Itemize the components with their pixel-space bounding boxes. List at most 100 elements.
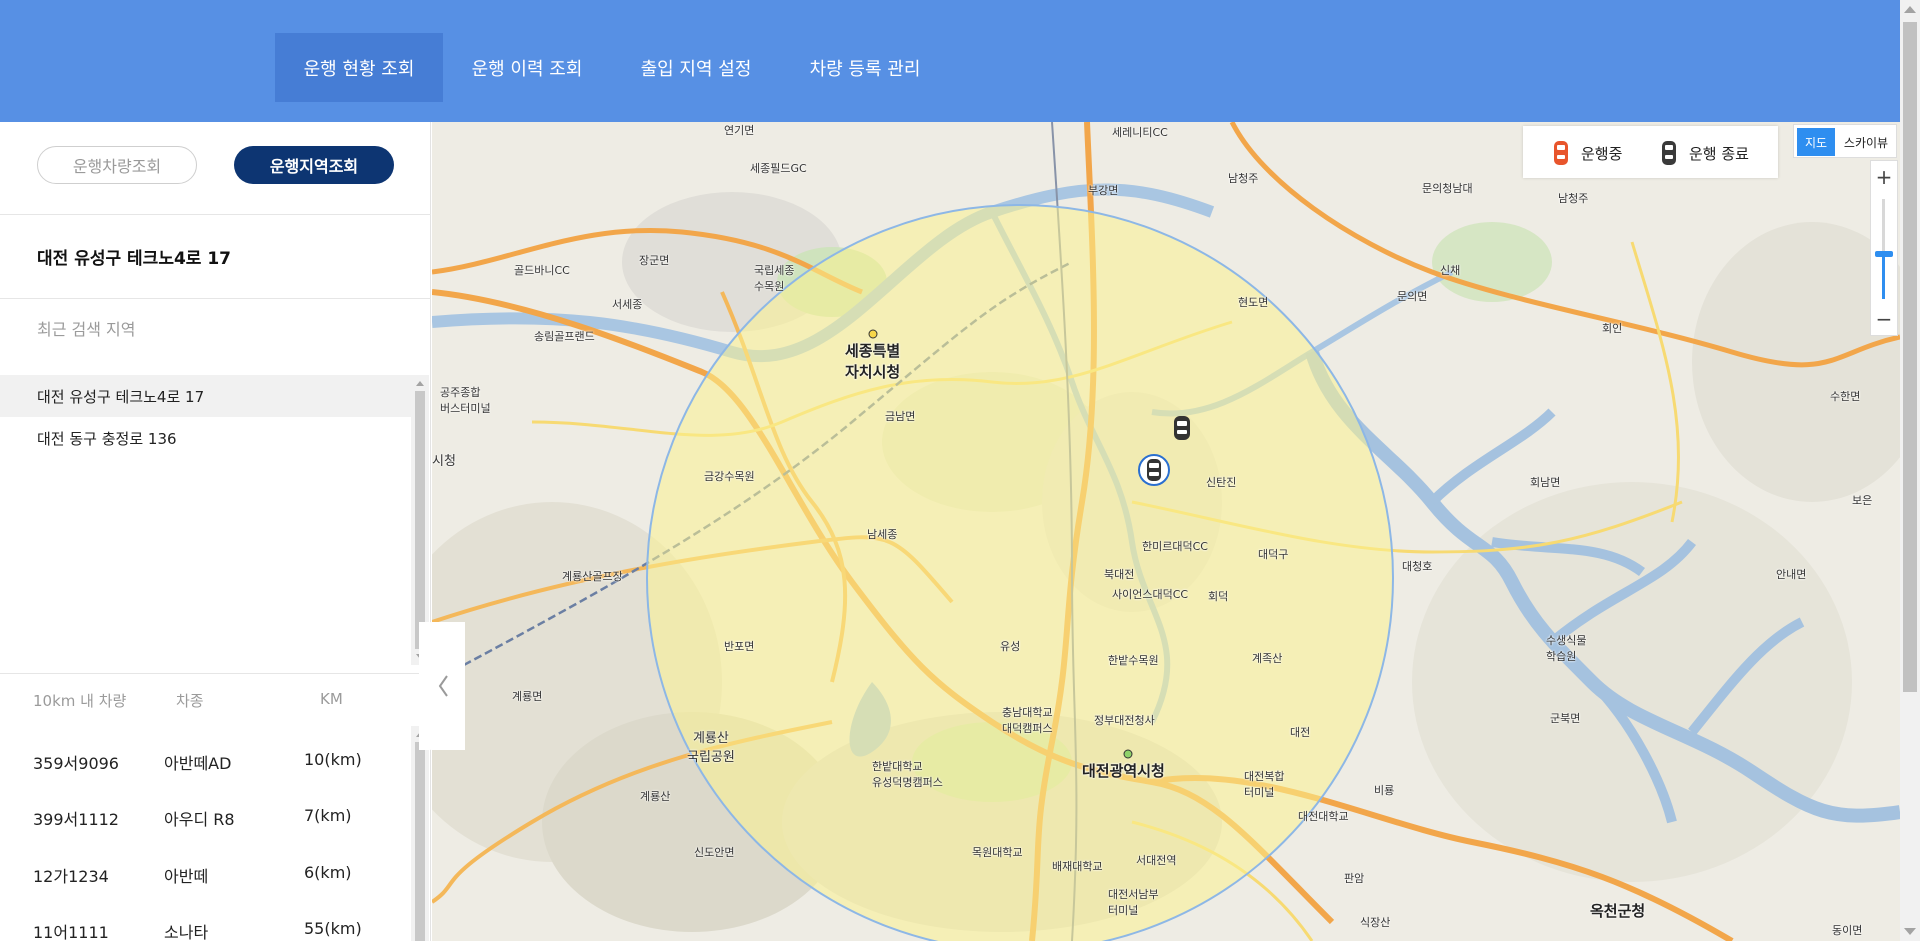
scroll-up-icon[interactable] <box>416 381 424 386</box>
scroll-thumb[interactable] <box>1903 22 1917 692</box>
map-label: 금남면 <box>885 410 916 423</box>
recent-search-list: 대전 유성구 테크노4로 17 대전 동구 충정로 136 <box>0 375 431 665</box>
map-label: 세종필드GC <box>750 162 807 175</box>
car-ended-marker-icon[interactable] <box>1170 414 1194 442</box>
address-input[interactable] <box>37 246 397 266</box>
map-label: 수생식물 학습원 <box>1546 634 1587 663</box>
vehicle-row[interactable]: 11어1111 소나타 55(km) <box>0 901 411 941</box>
tab-access-area-setting[interactable]: 출입 지역 설정 <box>626 33 766 102</box>
map-label: 골드바니CC <box>514 264 570 277</box>
map-label: 금강수목원 <box>704 470 755 483</box>
map-label: 계룡산골프장 <box>562 570 623 583</box>
map-label: 서세종 <box>612 298 643 311</box>
map-label: 군북면 <box>1550 712 1581 725</box>
panel-collapse-button[interactable] <box>419 622 465 750</box>
vehicle-row[interactable]: 12가1234 아반떼 6(km) <box>0 845 411 901</box>
map-label: 목원대학교 <box>972 846 1023 859</box>
map-label: 남세종 <box>867 528 898 541</box>
map-label: 대청호 <box>1402 560 1433 573</box>
vehicle-model: 소나타 <box>164 923 209 941</box>
vehicle-search-toggle[interactable]: 운행차량조회 <box>37 146 197 184</box>
map-label-sejong-city-hall: 세종특별 자치시청 <box>845 342 901 381</box>
map-label: 북대전 <box>1104 568 1135 581</box>
map-label: 신도안면 <box>694 846 735 859</box>
map-label: 현도면 <box>1238 296 1269 309</box>
map-label: 판암 <box>1344 872 1365 885</box>
map-label: 한밭수목원 <box>1108 654 1159 667</box>
map-label: 문의청남대 <box>1422 182 1473 195</box>
map-label: 유성 <box>1000 640 1021 653</box>
map-label: 식장산 <box>1360 916 1391 929</box>
car-ended-marker-icon[interactable] <box>1138 452 1170 488</box>
map-label: 송림골프랜드 <box>534 330 595 343</box>
map-legend: 운행중 운행 종료 <box>1523 126 1778 178</box>
tab-driving-history[interactable]: 운행 이력 조회 <box>457 33 597 102</box>
map-label: 충남대학교 대덕캠퍼스 <box>1002 706 1053 735</box>
recent-search-item[interactable]: 대전 동구 충정로 136 <box>0 417 411 459</box>
map-label: 반포면 <box>724 640 755 653</box>
map-label: 국립세종 수목원 <box>754 264 795 293</box>
map-view[interactable]: 세종특별 자치시청 대전광역시청 옥천군청 계룡산 국립공원 연기면 세종필드G… <box>432 122 1900 941</box>
map-label: 서대전역 <box>1136 854 1177 867</box>
map-label: 장군면 <box>639 254 670 267</box>
vehicle-model: 아반떼AD <box>164 754 232 773</box>
map-label: 동이면 <box>1832 924 1863 937</box>
col-header-model: 차종 <box>176 692 204 710</box>
zoom-out-button[interactable]: − <box>1871 305 1897 333</box>
vehicle-model: 아우디 R8 <box>164 810 235 829</box>
map-type-map-button[interactable]: 지도 <box>1797 128 1835 156</box>
map-label: 계족산 <box>1252 652 1283 665</box>
tab-driving-status[interactable]: 운행 현황 조회 <box>275 33 443 102</box>
map-label: 문의면 <box>1397 290 1428 303</box>
legend-ended-label: 운행 종료 <box>1689 145 1749 163</box>
tab-vehicle-registration[interactable]: 차량 등록 관리 <box>795 33 935 102</box>
map-label: 신채 <box>1440 264 1461 277</box>
vehicle-distance: 10(km) <box>304 750 362 769</box>
map-label-gyeryong-park: 계룡산 국립공원 <box>687 731 735 765</box>
divider <box>0 298 431 299</box>
map-type-skyview-button[interactable]: 스카이뷰 <box>1838 128 1894 156</box>
map-label: 수한면 <box>1830 390 1861 403</box>
map-label: 연기면 <box>724 124 755 137</box>
map-label: 안내면 <box>1776 568 1807 581</box>
map-label: 한미르대덕CC <box>1142 540 1208 553</box>
zoom-handle[interactable] <box>1875 251 1893 257</box>
scroll-down-icon[interactable] <box>1904 928 1916 935</box>
legend-driving-label: 운행중 <box>1581 145 1623 163</box>
divider <box>0 673 431 674</box>
zoom-in-button[interactable]: + <box>1871 163 1897 191</box>
map-label: 비룡 <box>1374 784 1395 797</box>
scroll-thumb[interactable] <box>415 391 425 649</box>
map-label: 계룡산 <box>640 790 671 803</box>
map-label: 대덕구 <box>1258 548 1289 561</box>
car-driving-icon <box>1554 141 1568 165</box>
region-search-toggle[interactable]: 운행지역조회 <box>234 146 394 184</box>
map-type-switch: 지도 스카이뷰 <box>1793 124 1897 158</box>
chevron-left-icon <box>438 675 448 697</box>
map-label: 신탄진 <box>1206 476 1237 489</box>
map-label-daejeon-city-hall: 대전광역시청 <box>1082 762 1165 780</box>
scroll-up-icon[interactable] <box>1904 6 1916 13</box>
map-label: 보은 <box>1852 494 1873 507</box>
zoom-track-fill <box>1882 254 1885 299</box>
vehicle-row[interactable]: 359서9096 아반떼AD 10(km) <box>0 732 411 788</box>
page-scrollbar[interactable] <box>1900 0 1920 941</box>
vehicle-distance: 7(km) <box>304 806 352 825</box>
vehicle-distance: 55(km) <box>304 919 362 938</box>
map-label: 대전대학교 <box>1298 810 1349 823</box>
map-label: 배재대학교 <box>1052 860 1103 873</box>
recent-search-title: 최근 검색 지역 <box>37 320 136 339</box>
vehicle-plate: 399서1112 <box>33 810 119 829</box>
search-panel: 운행차량조회 운행지역조회 최근 검색 지역 대전 유성구 테크노4로 17 대… <box>0 122 431 941</box>
map-label: 회남면 <box>1530 476 1561 489</box>
map-label: 회덕 <box>1208 590 1229 603</box>
map-label: 시청 <box>432 454 456 469</box>
vehicle-plate: 11어1111 <box>33 923 109 941</box>
col-header-vehicle: 10km 내 차량 <box>33 692 127 710</box>
vehicle-row[interactable]: 399서1112 아우디 R8 7(km) <box>0 788 411 844</box>
vehicle-list-scrollbar[interactable] <box>411 726 429 941</box>
recent-search-item[interactable]: 대전 유성구 테크노4로 17 <box>0 375 411 417</box>
scroll-thumb[interactable] <box>415 742 425 941</box>
map-label: 남청주 <box>1228 172 1259 185</box>
city-hall-marker-icon <box>1123 749 1133 759</box>
